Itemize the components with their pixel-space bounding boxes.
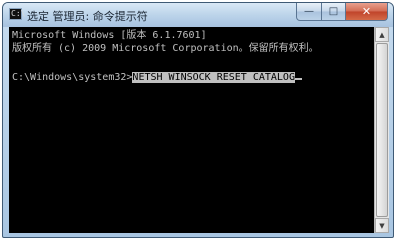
cmd-icon[interactable]: C:\ bbox=[9, 8, 25, 20]
minimize-icon: — bbox=[304, 6, 314, 17]
text-cursor bbox=[294, 78, 302, 80]
title-bar[interactable]: C:\ 选定 管理员: 命令提示符 — □ ✕ bbox=[3, 3, 393, 27]
console-output[interactable]: Microsoft Windows [版本 6.1.7601] 版权所有 (c)… bbox=[9, 27, 380, 233]
minimize-button[interactable]: — bbox=[296, 3, 322, 21]
scroll-up-button[interactable]: ▲ bbox=[375, 27, 389, 42]
maximize-icon: □ bbox=[328, 6, 339, 17]
cmd-window: C:\ 选定 管理员: 命令提示符 — □ ✕ Microsoft Window… bbox=[2, 2, 394, 238]
prompt-text: C:\Windows\system32> bbox=[12, 72, 133, 83]
scroll-thumb[interactable] bbox=[376, 43, 388, 217]
vertical-scrollbar[interactable]: ▲ ▼ bbox=[374, 27, 389, 233]
selected-command[interactable]: NETSH WINSOCK RESET CATALOG bbox=[132, 72, 295, 83]
close-button[interactable]: ✕ bbox=[346, 3, 388, 21]
command-line: C:\Windows\system32>NETSH WINSOCK RESET … bbox=[12, 72, 302, 84]
close-icon: ✕ bbox=[361, 5, 372, 18]
window-title: 选定 管理员: 命令提示符 bbox=[27, 10, 148, 23]
arrow-down-icon: ▼ bbox=[379, 221, 385, 230]
arrow-up-icon: ▲ bbox=[379, 30, 385, 39]
scroll-down-button[interactable]: ▼ bbox=[375, 218, 389, 233]
console-line-version: Microsoft Windows [版本 6.1.7601] bbox=[12, 30, 207, 41]
maximize-button[interactable]: □ bbox=[322, 3, 346, 21]
console-line-copyright: 版权所有 (c) 2009 Microsoft Corporation。保留所有… bbox=[12, 43, 319, 54]
window-controls: — □ ✕ bbox=[296, 3, 388, 21]
